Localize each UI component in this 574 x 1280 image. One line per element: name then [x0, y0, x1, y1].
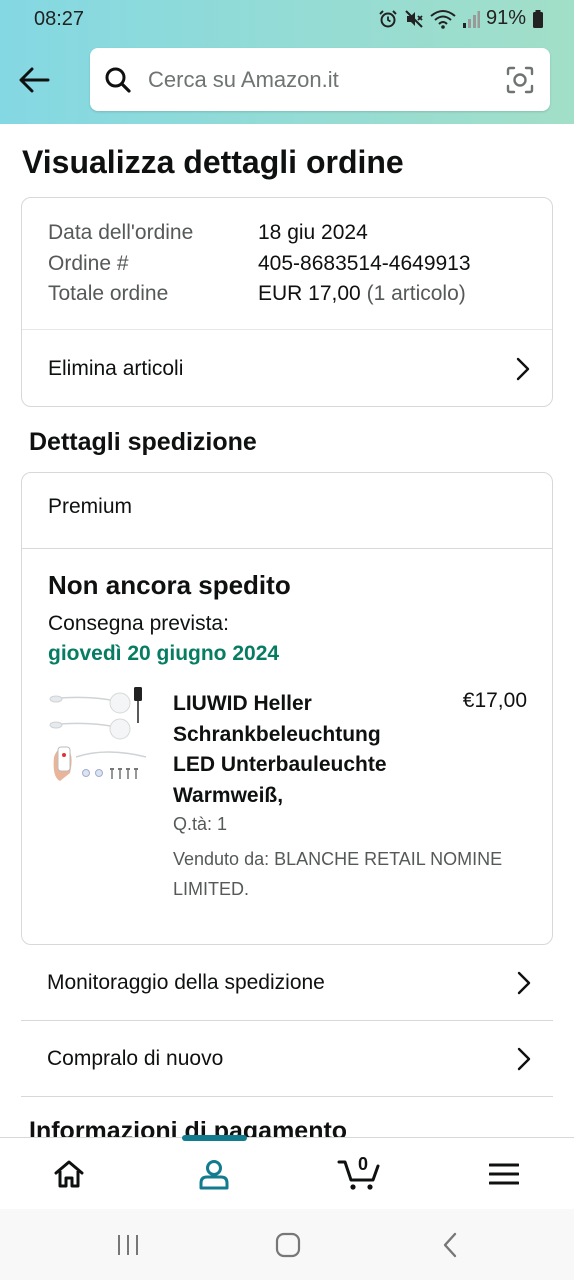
nav-account[interactable]: [159, 1138, 269, 1210]
order-total-value: EUR 17,00 (1 articolo): [258, 282, 466, 306]
order-total-amount: EUR 17,00: [258, 282, 361, 306]
page-title: Visualizza dettagli ordine: [22, 144, 404, 180]
home-square-icon: [275, 1232, 301, 1257]
battery-percent: 91%: [485, 7, 526, 29]
chevron-right-icon: [517, 1047, 531, 1070]
chevron-right-icon: [517, 971, 531, 994]
order-number-row: Ordine # 405-8683514-4649913: [48, 249, 471, 280]
order-total-row: Totale ordine EUR 17,00 (1 articolo): [48, 279, 471, 310]
track-shipment-link[interactable]: Monitoraggio della spedizione: [21, 945, 553, 1021]
product-title[interactable]: LIUWID Heller Schrankbeleuchtung LED Unt…: [173, 689, 413, 811]
nav-menu[interactable]: [449, 1138, 559, 1210]
delivery-eta-label: Consegna prevista:: [48, 612, 229, 635]
user-icon: [199, 1160, 229, 1190]
delete-items-label: Elimina articoli: [48, 356, 184, 380]
order-number-value: 405-8683514-4649913: [258, 251, 471, 275]
alarm-icon: [379, 9, 397, 27]
order-summary-card: Data dell'ordine 18 giu 2024 Ordine # 40…: [21, 197, 553, 407]
home-system-button[interactable]: [248, 1209, 328, 1280]
shipment-status: Non ancora spedito: [48, 570, 291, 600]
product-quantity: Q.tà: 1: [173, 814, 228, 834]
nav-cart[interactable]: 0: [304, 1138, 414, 1210]
wifi-icon: [430, 9, 456, 29]
product-image[interactable]: [46, 685, 152, 797]
search-input[interactable]: [148, 66, 504, 93]
home-icon: [54, 1160, 84, 1188]
system-navigation-bar: [0, 1209, 574, 1280]
track-shipment-label: Monitoraggio della spedizione: [47, 970, 325, 994]
divider: [22, 548, 552, 549]
mute-icon: [405, 9, 423, 28]
app-header: 08:27 91% Cerca su Amazon.it: [0, 0, 574, 124]
chevron-left-icon: [443, 1232, 457, 1257]
order-date-value: 18 giu 2024: [258, 221, 368, 245]
product-price: €17,00: [462, 689, 527, 712]
shipping-type: Premium: [48, 495, 133, 518]
order-date-row: Data dell'ordine 18 giu 2024: [48, 218, 471, 249]
recent-apps-icon: [118, 1234, 138, 1255]
search-bar[interactable]: [90, 48, 550, 111]
order-summary-rows: Data dell'ordine 18 giu 2024 Ordine # 40…: [48, 218, 471, 310]
signal-icon: [462, 10, 480, 28]
bottom-nav: 0: [0, 1135, 574, 1210]
buy-again-link[interactable]: Compralo di nuovo: [21, 1021, 553, 1097]
order-number-label: Ordine #: [48, 251, 129, 275]
chevron-right-icon: [516, 357, 530, 380]
cart-count-badge: 0: [358, 1154, 369, 1174]
buy-again-label: Compralo di nuovo: [47, 1046, 224, 1070]
led-light-kit-illustration: [49, 687, 147, 781]
status-time: 08:27: [34, 8, 85, 30]
back-system-button[interactable]: [410, 1209, 490, 1280]
camera-search-button[interactable]: [504, 64, 536, 96]
nav-home[interactable]: [14, 1138, 124, 1210]
status-icons: 91%: [378, 7, 544, 30]
camera-scan-icon: [506, 66, 534, 93]
battery-icon: [533, 9, 543, 28]
status-bar: 08:27 91%: [0, 0, 574, 40]
recent-apps-button[interactable]: [88, 1209, 168, 1280]
product-seller: Venduto da: BLANCHE RETAIL NOMINE LIMITE…: [173, 849, 503, 899]
delete-items-link[interactable]: Elimina articoli: [22, 329, 552, 407]
arrow-left-icon: [19, 67, 50, 93]
shipment-card: Premium Non ancora spedito Consegna prev…: [21, 472, 553, 945]
search-icon: [105, 67, 131, 93]
order-total-label: Totale ordine: [48, 282, 169, 306]
order-total-items: (1 articolo): [366, 282, 466, 306]
hamburger-menu-icon: [489, 1163, 519, 1185]
order-date-label: Data dell'ordine: [48, 221, 194, 245]
delivery-eta-date: giovedì 20 giugno 2024: [48, 642, 280, 665]
back-button[interactable]: [14, 62, 54, 98]
shipping-section-title: Dettagli spedizione: [29, 428, 257, 456]
